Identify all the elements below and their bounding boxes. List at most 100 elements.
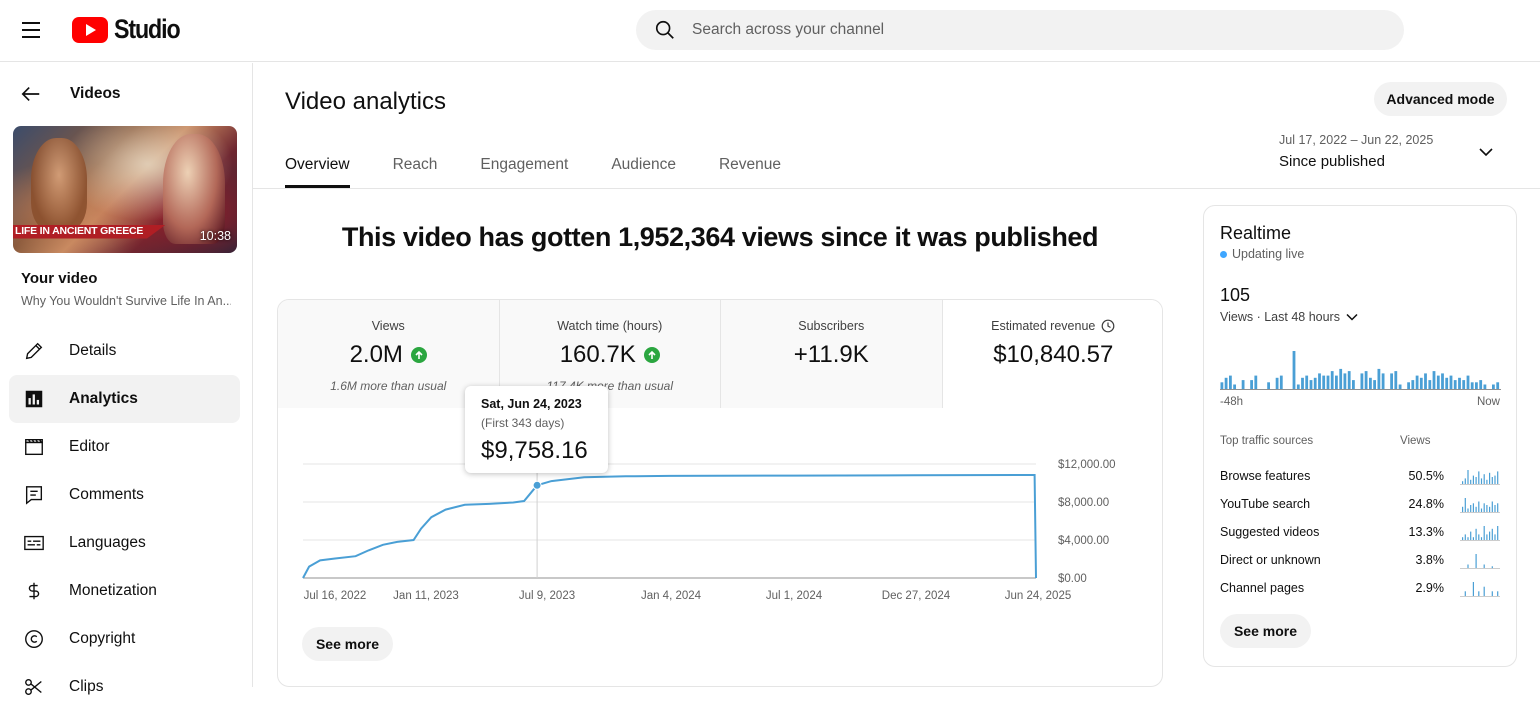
realtime-bar [1229, 375, 1232, 389]
sparkline-bar [1497, 471, 1499, 484]
realtime-bar [1424, 373, 1427, 389]
sparkline-bar [1483, 586, 1485, 596]
metrics-card: Views 2.0M 1.6M more than usual Watch ti… [277, 299, 1163, 687]
sparkline-bar [1472, 537, 1474, 540]
realtime-bar [1381, 373, 1385, 389]
youtube-logo-icon [72, 16, 108, 43]
x-tick-label: Jul 16, 2022 [304, 590, 367, 602]
sparkline-bar [1470, 505, 1472, 512]
realtime-bar [1458, 377, 1461, 389]
search-bar[interactable] [636, 10, 1404, 50]
realtime-range-dropdown[interactable]: Views · Last 48 hours [1220, 310, 1358, 324]
sidebar-item-label: Languages [69, 534, 146, 551]
date-range-selector[interactable]: Jul 17, 2022 – Jun 22, 2025 Since publis… [1279, 133, 1509, 173]
hamburger-menu-icon[interactable] [22, 17, 48, 43]
live-label: Updating live [1232, 247, 1305, 261]
realtime-bar [1470, 382, 1474, 389]
realtime-bar [1301, 377, 1304, 389]
sidebar: Videos LIFE IN ANCIENT GREECE 10:38 Your… [0, 63, 253, 696]
sparkline-bar [1478, 534, 1480, 540]
metric-tabs: Views 2.0M 1.6M more than usual Watch ti… [278, 300, 1162, 408]
metric-value-row: +11.9K [721, 341, 942, 369]
sidebar-item-analytics[interactable]: Analytics [9, 375, 240, 423]
realtime-bar [1343, 373, 1347, 389]
see-more-button[interactable]: See more [302, 627, 393, 661]
realtime-bar [1394, 371, 1398, 389]
realtime-bar [1330, 371, 1334, 389]
search-input[interactable] [692, 21, 1372, 39]
thumbnail-figure-right [163, 134, 225, 244]
x-tick-label: Jun 24, 2025 [1005, 590, 1072, 602]
sidebar-item-editor[interactable]: Editor [9, 423, 240, 471]
realtime-bar [1318, 373, 1321, 389]
scissors-icon [25, 678, 42, 696]
y-tick-label: $4,000.00 [1058, 535, 1109, 547]
realtime-bar [1364, 371, 1368, 389]
traffic-source-percent: 50.5% [1408, 469, 1444, 483]
realtime-bar [1339, 368, 1343, 389]
realtime-bar [1335, 375, 1338, 389]
sparkline-bar [1475, 528, 1477, 540]
sidebar-item-details[interactable]: Details [9, 327, 240, 375]
metric-estimated-revenue[interactable]: Estimated revenue $10,840.57 [942, 300, 1162, 408]
realtime-bar [1347, 371, 1351, 389]
traffic-sources-header: Top traffic sources [1220, 435, 1314, 447]
sparkline-bar [1478, 591, 1480, 596]
advanced-mode-button[interactable]: Advanced mode [1374, 82, 1507, 116]
realtime-bar [1428, 380, 1432, 389]
tooltip-period: (First 343 days) [481, 416, 565, 430]
tab-audience[interactable]: Audience [611, 144, 676, 188]
sidebar-item-monetization[interactable]: Monetization [9, 567, 240, 615]
realtime-bar [1479, 380, 1483, 389]
y-tick-label: $0.00 [1058, 573, 1087, 585]
sparkline-bar [1491, 477, 1493, 484]
sidebar-item-copyright[interactable]: Copyright [9, 615, 240, 663]
realtime-see-more-button[interactable]: See more [1220, 614, 1311, 648]
realtime-bar [1445, 377, 1449, 389]
metric-title: Watch time (hours) [557, 319, 663, 333]
realtime-bar [1292, 351, 1296, 389]
sparkline-bar [1464, 478, 1466, 484]
sparkline-bar [1491, 591, 1493, 596]
realtime-card: Realtime Updating live 105 Views · Last … [1203, 205, 1517, 667]
metric-subscribers[interactable]: Subscribers +11.9K [721, 300, 943, 408]
x-tick-label: Jul 9, 2023 [519, 590, 575, 602]
realtime-view-count: 105 [1220, 285, 1251, 305]
sparkline-bar [1464, 591, 1466, 596]
sidebar-item-languages[interactable]: Languages [9, 519, 240, 567]
back-label: Videos [70, 85, 121, 102]
sparkline-bar [1470, 479, 1472, 484]
realtime-bar [1453, 380, 1457, 389]
video-thumbnail[interactable]: LIFE IN ANCIENT GREECE 10:38 [13, 126, 237, 253]
traffic-source-name: Channel pages [1220, 581, 1305, 595]
tab-engagement[interactable]: Engagement [480, 144, 568, 188]
x-tick-label: Jul 1, 2024 [766, 590, 823, 602]
realtime-bar [1411, 380, 1415, 389]
clapperboard-icon [25, 438, 43, 456]
revenue-chart-svg[interactable]: $12,000.00 $8,000.00 $4,000.00 $0.00 Jul 16,… [278, 408, 1163, 687]
traffic-source-percent: 3.8% [1415, 553, 1445, 567]
sparkline-bar [1480, 537, 1483, 540]
sidebar-item-clips[interactable]: Clips [9, 663, 240, 711]
tab-reach[interactable]: Reach [393, 144, 438, 188]
realtime-bar [1369, 377, 1372, 389]
sidebar-nav: Details Analytics Editor Comments Langua… [9, 327, 240, 711]
metric-value: 2.0M [349, 341, 403, 368]
studio-logo[interactable]: Studio [72, 14, 190, 45]
realtime-bar [1275, 377, 1279, 389]
realtime-bar [1466, 375, 1470, 389]
studio-logo-text: Studio [114, 14, 181, 44]
realtime-bar [1390, 373, 1393, 389]
sidebar-item-label: Details [69, 342, 117, 359]
back-to-videos-button[interactable]: Videos [20, 81, 121, 107]
pencil-icon [25, 342, 43, 360]
realtime-bar [1241, 380, 1245, 389]
tab-revenue[interactable]: Revenue [719, 144, 781, 188]
tab-overview[interactable]: Overview [285, 144, 350, 188]
sparkline-bar [1483, 526, 1485, 540]
video-title: Why You Wouldn't Survive Life In An... [21, 294, 231, 308]
traffic-source-name: Browse features [1220, 469, 1311, 483]
sparkline-bar [1489, 506, 1491, 513]
sidebar-item-comments[interactable]: Comments [9, 471, 240, 519]
realtime-bar-chart[interactable] [1220, 344, 1501, 390]
